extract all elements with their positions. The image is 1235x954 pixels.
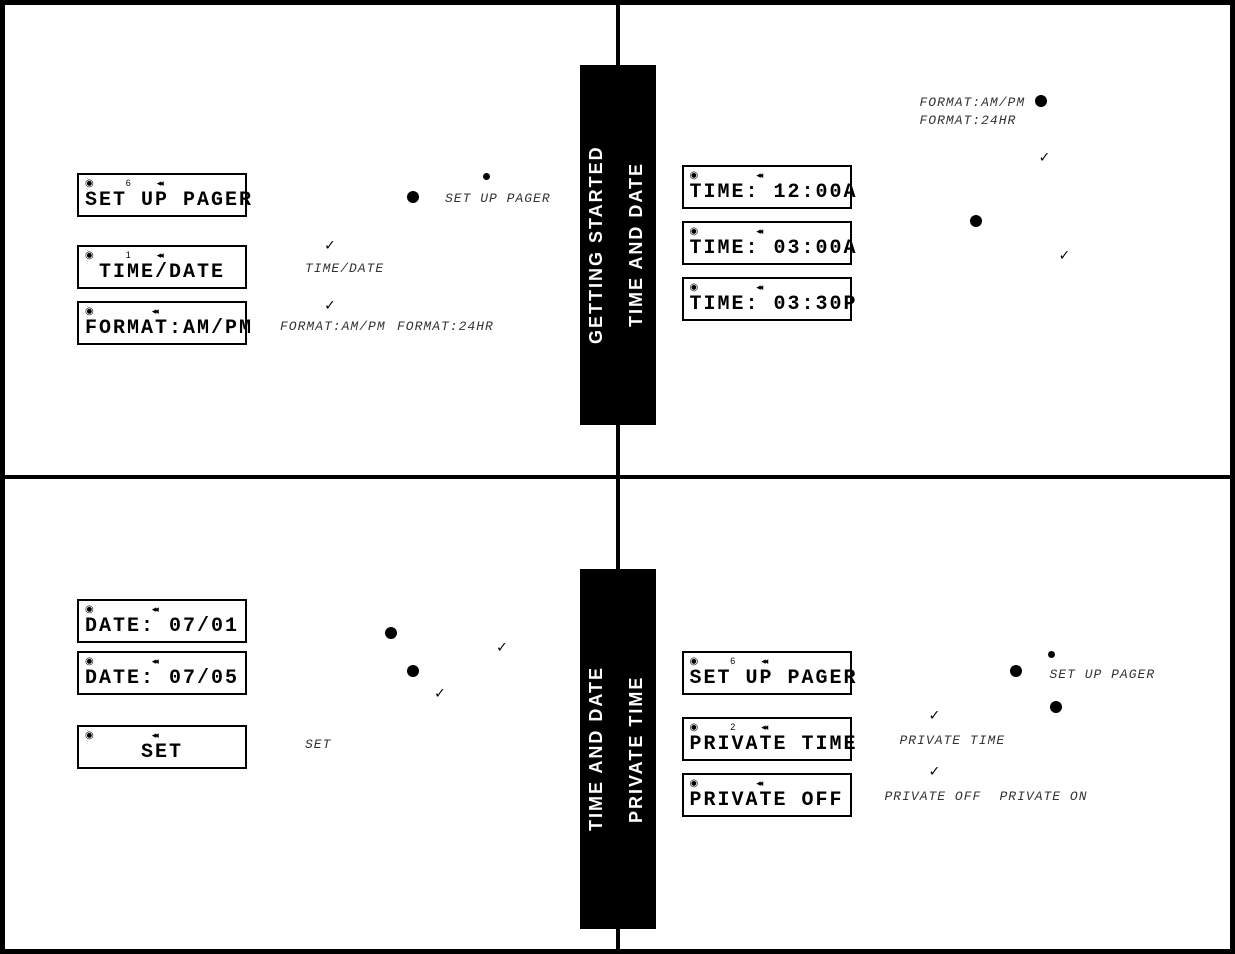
check-icon: ✓ <box>1040 147 1050 167</box>
sound-icon <box>756 170 761 181</box>
panel-time-and-date-1: TIME AND DATE TIME: 12:00A TIME: 03:00A … <box>618 3 1233 477</box>
lcd-index: 2 <box>730 722 735 732</box>
motorola-icon <box>690 170 705 181</box>
bullet-icon <box>483 173 490 180</box>
lcd-format-ampm: FORMAT:AM/PM <box>77 301 247 345</box>
label-format-24hr: FORMAT:24HR <box>397 319 494 334</box>
check-icon: ✓ <box>930 761 940 781</box>
lcd-set-up-pager: 6 SET UP PAGER <box>77 173 247 217</box>
bullet-icon <box>385 627 397 639</box>
lcd-set: SET <box>77 725 247 769</box>
check-icon: ✓ <box>325 295 335 315</box>
motorola-icon <box>690 282 705 293</box>
bullet-icon <box>970 215 982 227</box>
motorola-icon <box>85 178 100 189</box>
label-private-on: PRIVATE ON <box>1000 789 1088 804</box>
sound-icon <box>761 722 766 733</box>
section-tab-getting-started: GETTING STARTED <box>580 65 616 425</box>
lcd-text: DATE: 07/01 <box>85 615 239 639</box>
label-format-ampm: FORMAT:AM/PM <box>920 95 1026 110</box>
sound-icon <box>152 656 157 667</box>
label-time-date: TIME/DATE <box>305 261 384 276</box>
bullet-icon <box>407 665 419 677</box>
lcd-text: SET UP PAGER <box>85 189 239 213</box>
motorola-icon <box>690 778 705 789</box>
lcd-index: 6 <box>126 178 131 188</box>
sound-icon <box>756 778 761 789</box>
lcd-time-0330p: TIME: 03:30P <box>682 277 852 321</box>
lcd-time-date: 1 TIME/DATE <box>77 245 247 289</box>
sound-icon <box>756 282 761 293</box>
label-set-up-pager: SET UP PAGER <box>1050 667 1156 682</box>
panel-private-time: PRIVATE TIME 6 SET UP PAGER 2 PRIVATE TI… <box>618 477 1233 951</box>
lcd-private-time: 2 PRIVATE TIME <box>682 717 852 761</box>
section-tab-private-time: PRIVATE TIME <box>620 569 656 929</box>
bullet-icon <box>1050 701 1062 713</box>
label-private-time: PRIVATE TIME <box>900 733 1006 748</box>
motorola-icon <box>690 226 705 237</box>
lcd-text: TIME/DATE <box>85 261 239 285</box>
lcd-text: SET <box>85 741 239 765</box>
lcd-text: SET UP PAGER <box>690 667 844 691</box>
sound-icon <box>157 178 162 189</box>
motorola-icon <box>690 722 705 733</box>
check-icon: ✓ <box>325 235 335 255</box>
sound-icon <box>152 604 157 615</box>
lcd-index: 6 <box>730 656 735 666</box>
motorola-icon <box>85 656 100 667</box>
check-icon: ✓ <box>435 683 445 703</box>
lcd-text: PRIVATE TIME <box>690 733 844 757</box>
lcd-text: TIME: 03:00A <box>690 237 844 261</box>
motorola-icon <box>85 604 100 615</box>
check-icon: ✓ <box>1060 245 1070 265</box>
lcd-text: TIME: 03:30P <box>690 293 844 317</box>
label-format-ampm: FORMAT:AM/PM <box>280 319 386 334</box>
motorola-icon <box>85 730 100 741</box>
lcd-time-1200a: TIME: 12:00A <box>682 165 852 209</box>
motorola-icon <box>690 656 705 667</box>
label-set-up-pager: SET UP PAGER <box>445 191 551 206</box>
check-icon: ✓ <box>930 705 940 725</box>
label-format-24hr: FORMAT:24HR <box>920 113 1017 128</box>
lcd-date-0701: DATE: 07/01 <box>77 599 247 643</box>
sound-icon <box>761 656 766 667</box>
sound-icon <box>152 306 157 317</box>
lcd-text: FORMAT:AM/PM <box>85 317 239 341</box>
lcd-text: TIME: 12:00A <box>690 181 844 205</box>
label-private-off: PRIVATE OFF <box>885 789 982 804</box>
bullet-icon <box>1035 95 1047 107</box>
bullet-icon <box>1010 665 1022 677</box>
lcd-text: DATE: 07/05 <box>85 667 239 691</box>
section-tab-time-and-date: TIME AND DATE <box>620 65 656 425</box>
manual-page-grid: GETTING STARTED 6 SET UP PAGER 1 TIME/DA… <box>0 0 1235 954</box>
lcd-text: PRIVATE OFF <box>690 789 844 813</box>
motorola-icon <box>85 306 100 317</box>
sound-icon <box>152 730 157 741</box>
bullet-icon <box>407 191 419 203</box>
check-icon: ✓ <box>497 637 507 657</box>
section-tab-time-and-date: TIME AND DATE <box>580 569 616 929</box>
bullet-icon <box>1048 651 1055 658</box>
lcd-private-off: PRIVATE OFF <box>682 773 852 817</box>
sound-icon <box>756 226 761 237</box>
lcd-set-up-pager: 6 SET UP PAGER <box>682 651 852 695</box>
label-set: SET <box>305 737 331 752</box>
motorola-icon <box>85 250 100 261</box>
sound-icon <box>157 250 162 261</box>
panel-time-and-date-2: TIME AND DATE DATE: 07/01 DATE: 07/05 SE… <box>3 477 618 951</box>
panel-getting-started: GETTING STARTED 6 SET UP PAGER 1 TIME/DA… <box>3 3 618 477</box>
lcd-date-0705: DATE: 07/05 <box>77 651 247 695</box>
lcd-index: 1 <box>126 250 131 260</box>
lcd-time-0300a: TIME: 03:00A <box>682 221 852 265</box>
